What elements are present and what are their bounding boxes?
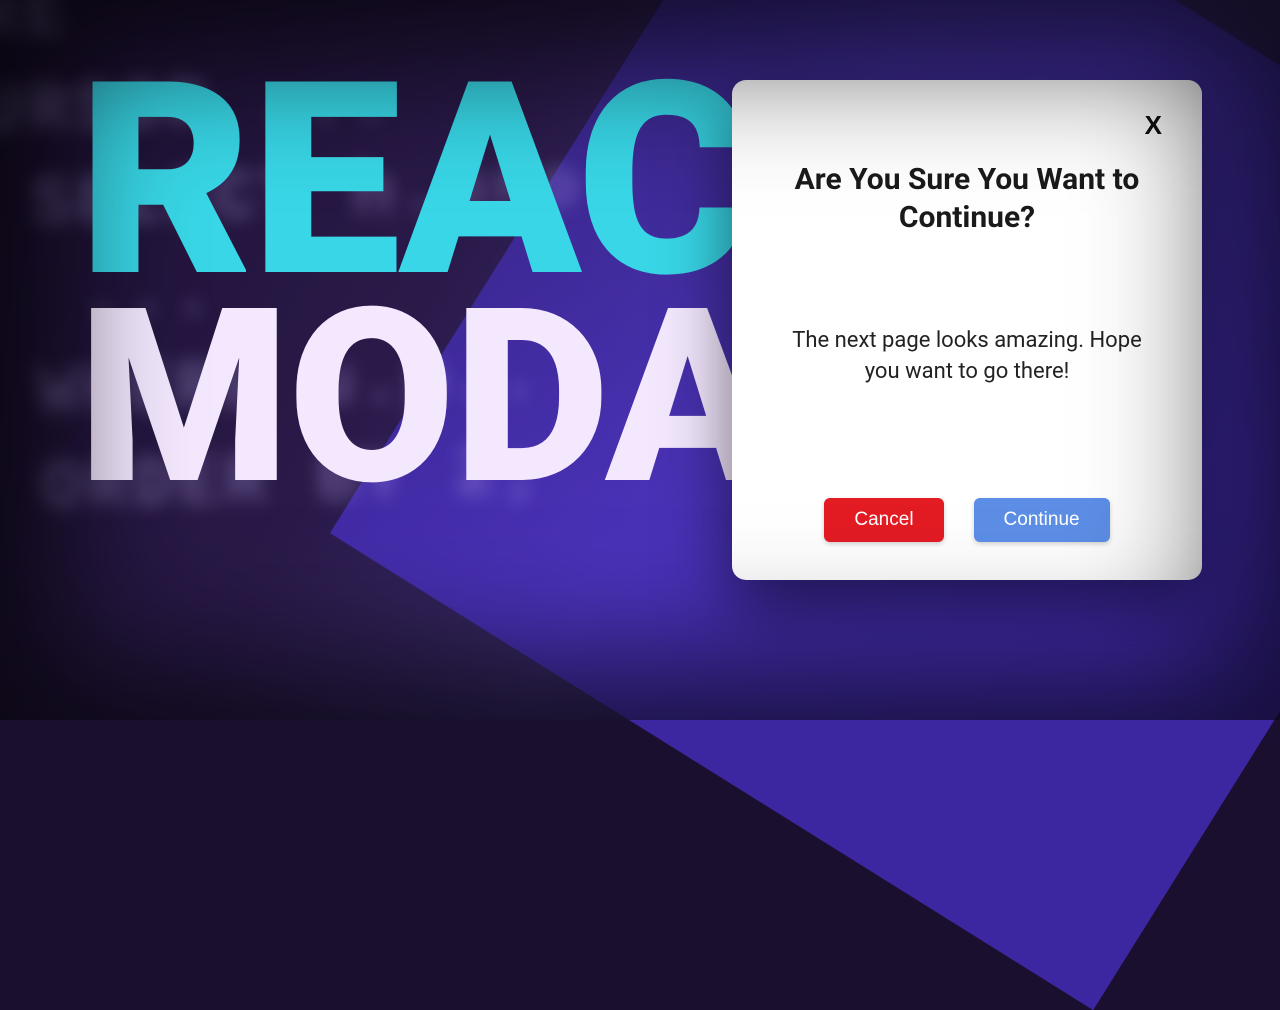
modal-body-text: The next page looks amazing. Hope you wa… [768, 326, 1166, 388]
cancel-button[interactable]: Cancel [824, 498, 943, 542]
modal-button-row: Cancel Continue [768, 498, 1166, 546]
continue-button[interactable]: Continue [974, 498, 1110, 542]
close-icon[interactable]: X [1141, 108, 1166, 143]
modal-heading: Are You Sure You Want to Continue? [768, 161, 1166, 238]
confirm-modal: X Are You Sure You Want to Continue? The… [732, 80, 1202, 580]
